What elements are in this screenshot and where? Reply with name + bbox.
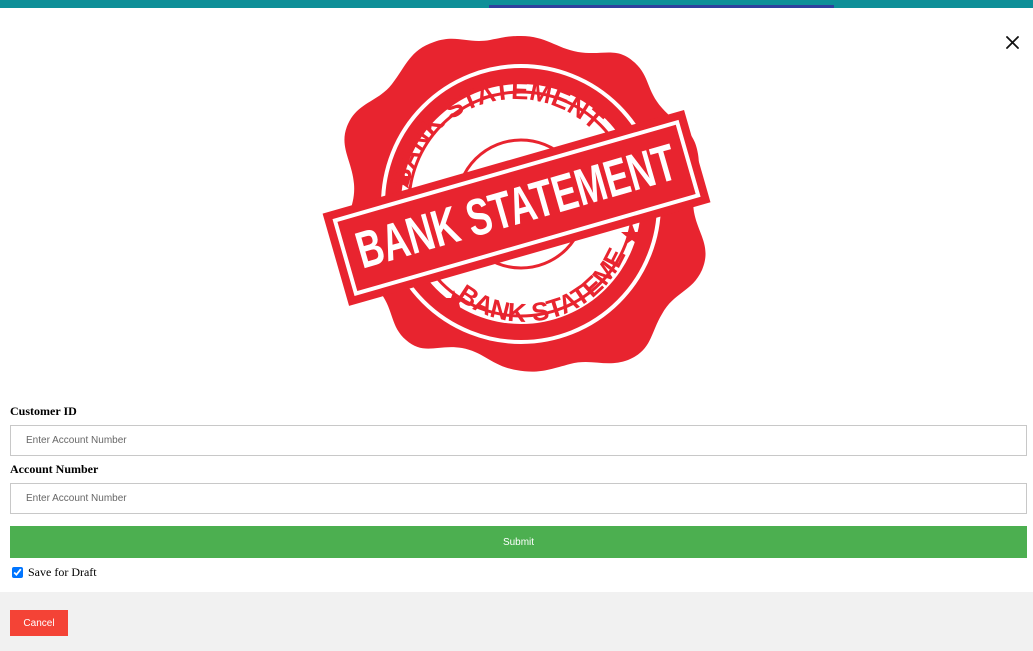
account-number-input[interactable] [10, 483, 1027, 514]
close-button[interactable] [1000, 30, 1024, 54]
customer-id-label: Customer ID [10, 404, 77, 418]
submit-button[interactable]: Submit [10, 526, 1027, 558]
save-draft-checkbox[interactable] [12, 566, 23, 578]
close-icon [1005, 35, 1019, 49]
save-draft-label: Save for Draft [28, 564, 97, 579]
customer-id-input[interactable] [10, 425, 1027, 456]
top-accent-bar [489, 5, 834, 8]
bank-statement-stamp-image: BANK STATEMENT BANK STATEMENT BANK STATE… [307, 4, 726, 374]
cancel-button[interactable]: Cancel [10, 610, 68, 636]
account-number-label: Account Number [10, 462, 99, 476]
modal-footer: Cancel [0, 592, 1033, 651]
save-draft-row: Save for Draft [12, 565, 97, 579]
